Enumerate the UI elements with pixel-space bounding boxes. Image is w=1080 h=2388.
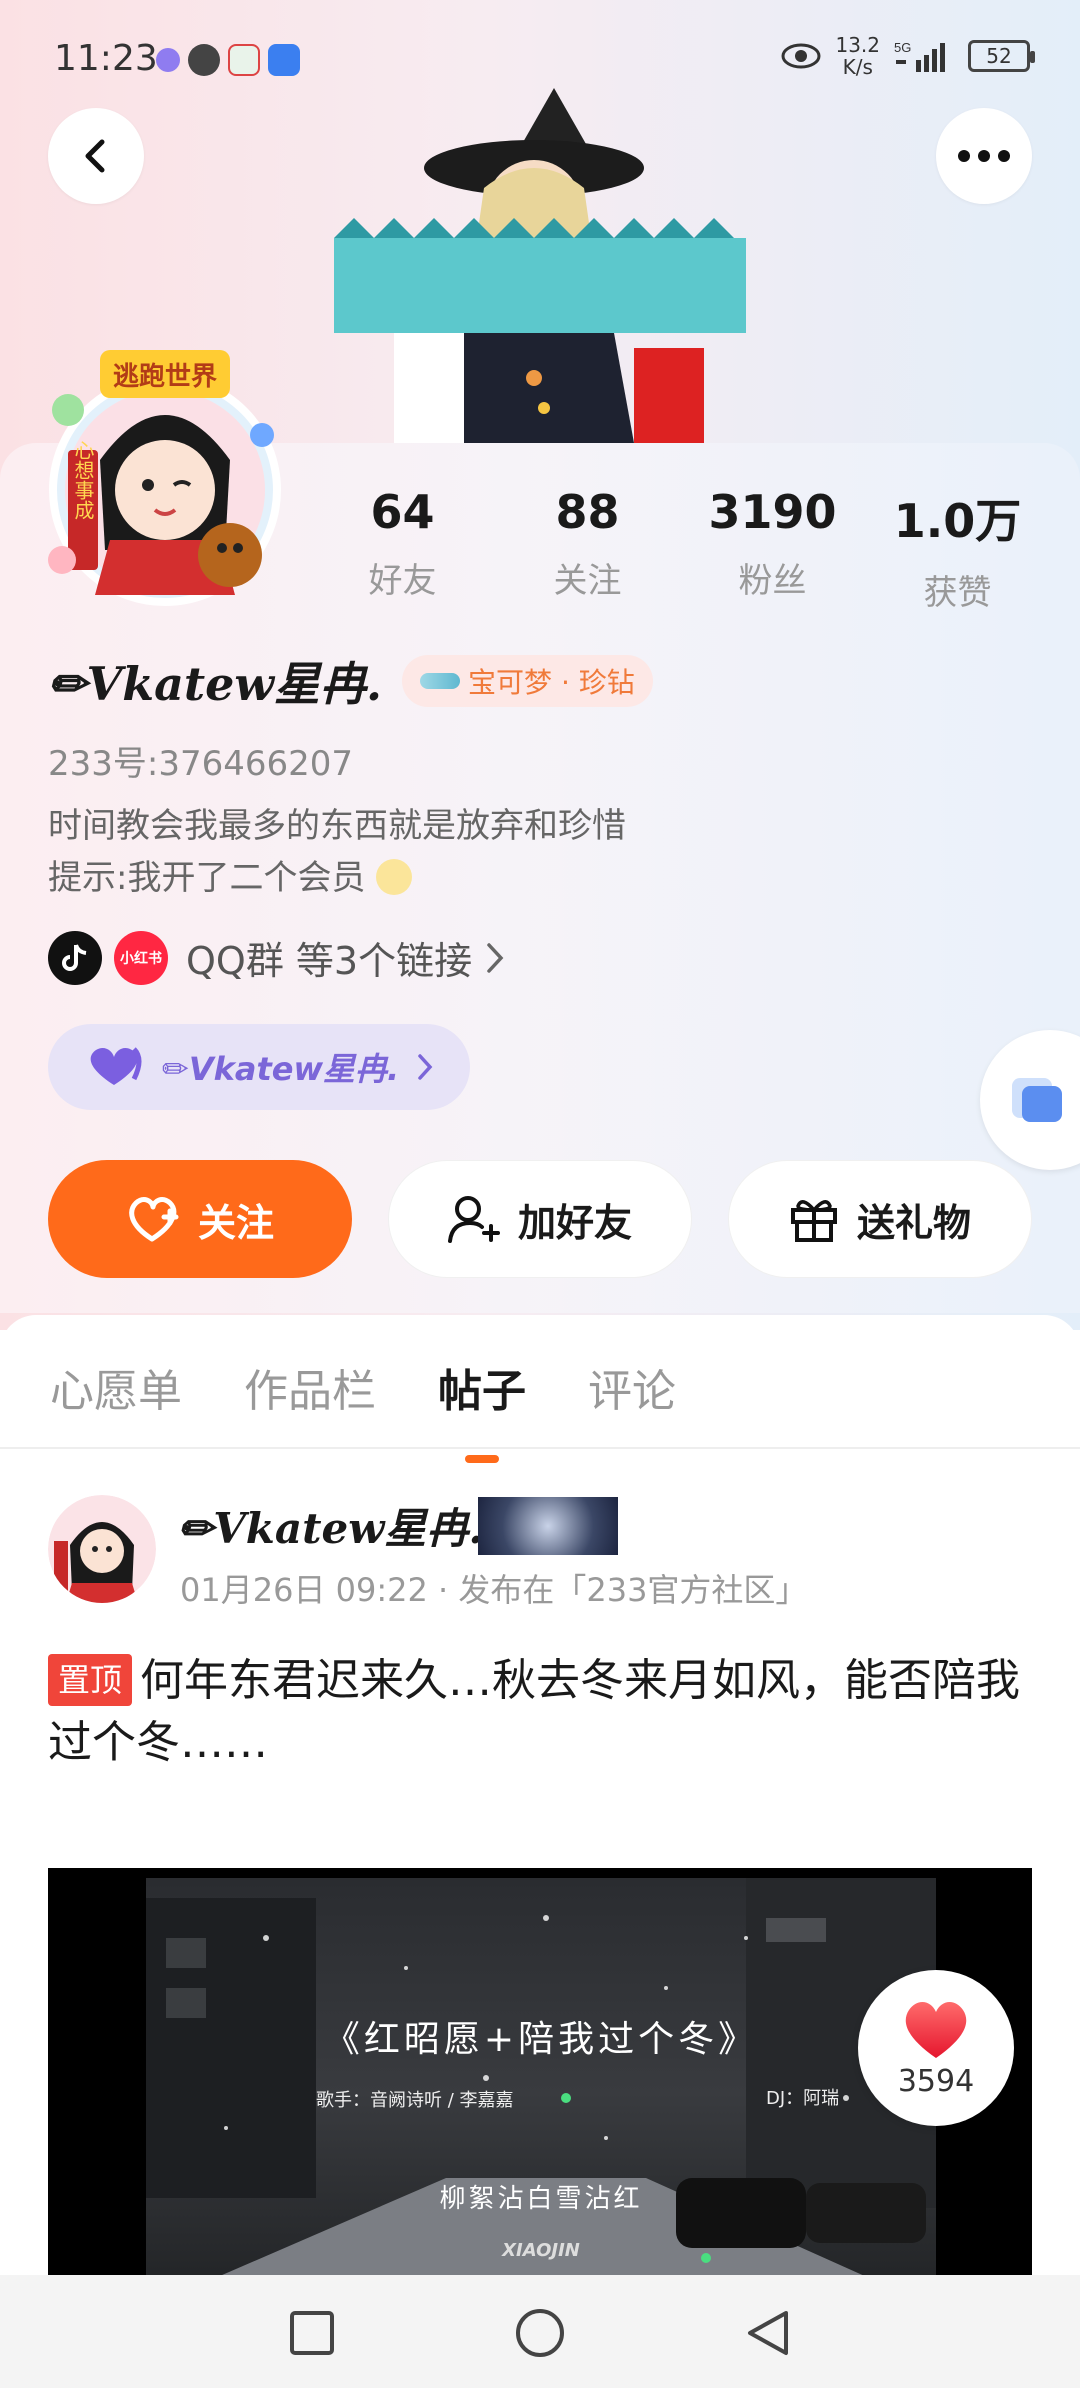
back-triangle-icon[interactable] <box>740 2305 796 2361</box>
stat-value: 3190 <box>708 485 837 539</box>
stat-value: 64 <box>370 485 435 539</box>
stat-label: 好友 <box>368 561 437 601</box>
status-time: 11:23 <box>54 38 158 79</box>
more-button[interactable] <box>936 108 1032 204</box>
post-meta: 01月26日 09:22 · 发布在「233官方社区」 <box>180 1571 808 1609</box>
battery-level: 52 <box>986 44 1012 68</box>
status-indicators: 13.2 K/s 5G 52 <box>781 34 1035 78</box>
profile-stats: 64 好友 88 关注 3190 粉丝 1.0万 获赞 <box>310 485 1050 614</box>
profile-cover-image <box>334 88 746 443</box>
like-count: 3594 <box>897 2063 975 2099</box>
recents-square-icon[interactable] <box>284 2305 340 2361</box>
links-summary[interactable]: QQ群 等3个链接 <box>186 930 472 985</box>
signal-icon: 5G <box>894 40 945 72</box>
membership-badge[interactable]: 宝可梦 · 珍钻 <box>402 655 653 707</box>
eye-icon <box>781 43 821 69</box>
video-title: 《红昭愿+陪我过个冬》 <box>323 2019 759 2060</box>
stat-label: 粉丝 <box>738 561 807 601</box>
add-user-icon <box>447 1196 500 1243</box>
app-notification-icon <box>268 44 300 76</box>
stat-fans[interactable]: 3190 粉丝 <box>680 485 865 614</box>
send-gift-button[interactable]: 送礼物 <box>728 1160 1032 1278</box>
bio-line: 提示:我开了二个会员 <box>48 858 366 898</box>
app-notification-icon <box>228 44 260 76</box>
external-links[interactable]: 小红书 QQ群 等3个链接 <box>48 930 506 985</box>
tab-wishlist[interactable]: 心愿单 <box>50 1355 182 1419</box>
pinned-badge: 置顶 <box>48 1654 133 1706</box>
add-friend-button[interactable]: 加好友 <box>388 1160 692 1278</box>
home-circle-icon[interactable] <box>512 2305 568 2361</box>
xiaohongshu-label: 小红书 <box>120 950 162 967</box>
status-app-icons <box>156 44 300 76</box>
battery-icon: 52 <box>968 40 1035 72</box>
user-bio: 时间教会我最多的东西就是放弃和珍惜 提示:我开了二个会员 <box>48 800 626 904</box>
tab-posts[interactable]: 帖子 <box>438 1355 526 1463</box>
network-speed-unit: K/s <box>842 55 873 79</box>
fan-club-pill[interactable]: ✏Vkatew星冉. <box>48 1024 470 1110</box>
network-speed: 13.2 K/s <box>835 34 880 78</box>
stat-label: 关注 <box>553 561 622 601</box>
tab-works[interactable]: 作品栏 <box>244 1355 376 1419</box>
stat-label: 获赞 <box>923 573 992 613</box>
video-brand: XIAOJIN <box>502 2240 580 2261</box>
svg-text:逃跑世界: 逃跑世界 <box>113 362 217 392</box>
fan-club-name: ✏Vkatew星冉. <box>162 1050 400 1088</box>
video-dj: DJ：阿瑞 <box>766 2088 840 2109</box>
follow-button[interactable]: 关注 <box>48 1160 352 1278</box>
gift-icon <box>790 1200 837 1242</box>
tab-comments[interactable]: 评论 <box>588 1355 676 1419</box>
heart-icon <box>90 1047 142 1085</box>
stat-likes[interactable]: 1.0万 获赞 <box>865 485 1050 614</box>
video-singer: 歌手：音阙诗听 / 李嘉嘉 <box>316 2090 514 2111</box>
heart-icon <box>905 2001 967 2058</box>
app-notification-icon <box>188 44 220 76</box>
divider <box>0 1447 1080 1449</box>
post-author-name[interactable]: ✏Vkatew星冉. <box>178 1495 483 1556</box>
svg-text:心想事成: 心想事成 <box>71 440 95 520</box>
translate-icon <box>1012 1078 1062 1122</box>
more-dots-icon <box>958 150 1010 162</box>
post-author-avatar[interactable] <box>48 1495 156 1603</box>
user-id[interactable]: 233号:376466207 <box>48 736 353 785</box>
moon-face-emoji-icon <box>376 859 413 895</box>
xiaohongshu-icon[interactable]: 小红书 <box>114 930 168 985</box>
action-buttons: 关注 加好友 送礼物 <box>48 1160 1032 1278</box>
app-notification-icon <box>156 48 180 72</box>
chevron-left-icon <box>85 139 105 173</box>
video-thumbnail: 《红昭愿+陪我过个冬》 歌手：音阙诗听 / 李嘉嘉 DJ：阿瑞 柳絮沾白雪沾红 … <box>146 1878 936 2308</box>
network-speed-value: 13.2 <box>835 33 880 57</box>
fish-icon <box>420 673 461 689</box>
like-button[interactable]: 3594 <box>858 1970 1014 2126</box>
system-nav-bar <box>0 2275 1080 2388</box>
bio-line-with-emoji: 提示:我开了二个会员 <box>48 852 626 904</box>
svg-text:5G: 5G <box>894 40 911 55</box>
post-text: 何年东君迟来久…秋去冬来月如风，能否陪我过个冬…… <box>48 1655 1021 1768</box>
tab-posts-label: 帖子 <box>438 1366 526 1417</box>
user-avatar[interactable]: 心想事成 逃跑世界 <box>40 340 290 610</box>
badge-label: 宝可梦 · 珍钻 <box>468 666 635 699</box>
chevron-right-icon <box>418 1054 433 1080</box>
send-gift-label: 送礼物 <box>856 1200 971 1245</box>
add-friend-label: 加好友 <box>517 1200 632 1245</box>
stat-following[interactable]: 88 关注 <box>495 485 680 614</box>
heart-plus-icon <box>129 1197 179 1242</box>
active-tab-indicator <box>465 1455 499 1463</box>
stat-value: 1.0万 <box>893 494 1022 548</box>
content-panel: 心愿单 作品栏 帖子 评论 ✏Vkatew星冉. 01月26日 09:22 · … <box>0 1315 1080 2318</box>
video-lyric: 柳絮沾白雪沾红 <box>439 2184 643 2214</box>
back-button[interactable] <box>48 108 144 204</box>
bio-line: 时间教会我最多的东西就是放弃和珍惜 <box>48 806 626 846</box>
post-content[interactable]: 置顶 何年东君迟来久…秋去冬来月如风，能否陪我过个冬…… <box>48 1650 1048 1774</box>
username: ✏Vkatew星冉. <box>48 657 383 711</box>
username-row: ✏Vkatew星冉. 宝可梦 · 珍钻 <box>48 648 653 714</box>
profile-tabs: 心愿单 作品栏 帖子 评论 <box>50 1355 676 1463</box>
author-title-badge <box>478 1497 618 1555</box>
stat-friends[interactable]: 64 好友 <box>310 485 495 614</box>
stat-value: 88 <box>555 485 620 539</box>
chevron-right-icon <box>487 942 504 973</box>
tiktok-icon[interactable] <box>48 930 102 985</box>
follow-label: 关注 <box>197 1200 274 1245</box>
